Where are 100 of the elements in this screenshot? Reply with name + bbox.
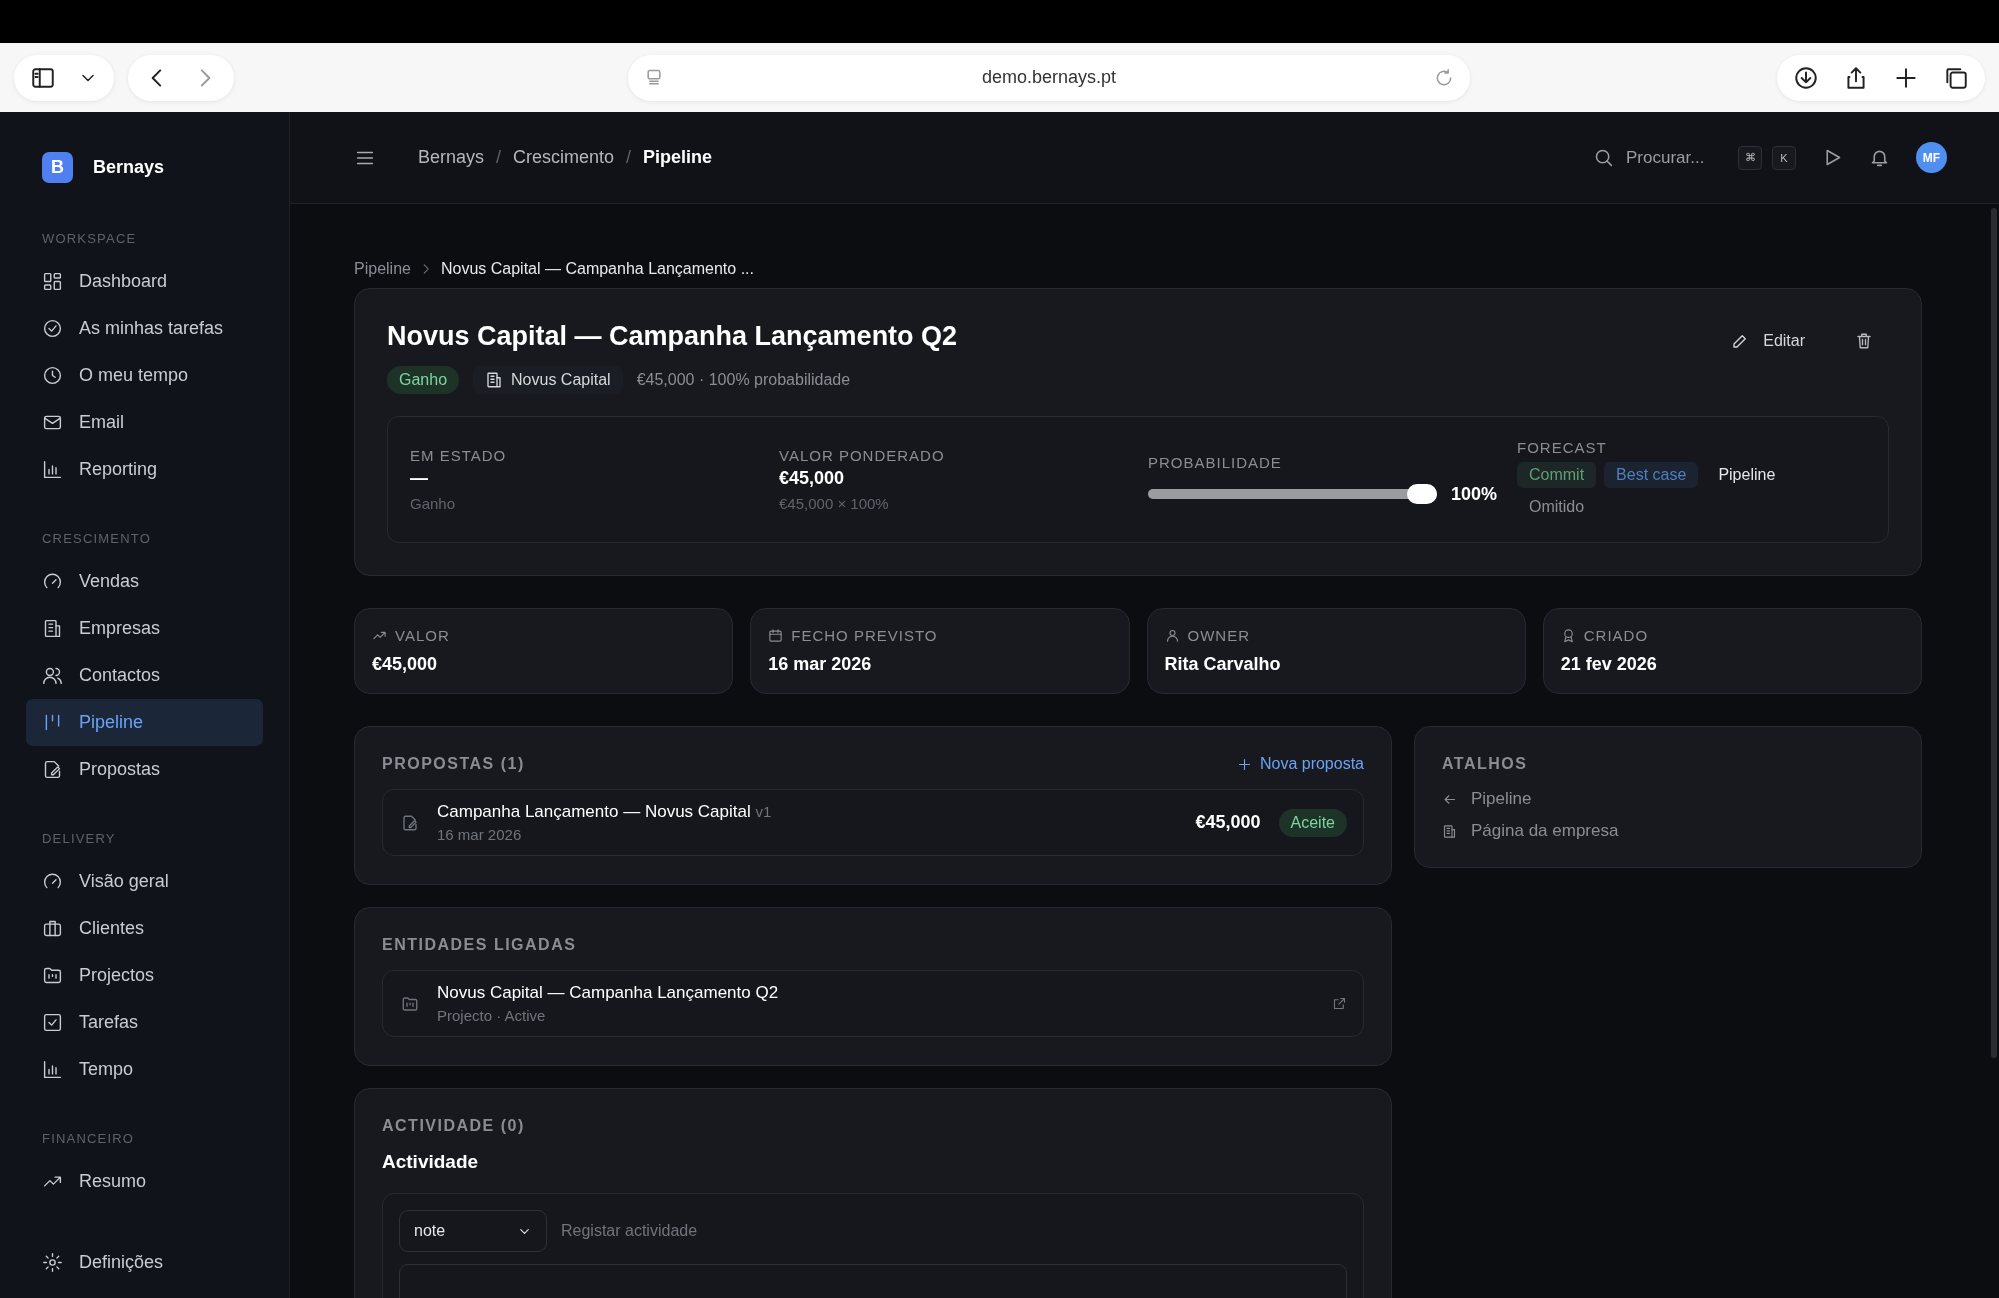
section-title: ACTIVIDADE (0)	[382, 1117, 525, 1135]
edit-button[interactable]: Editar	[1725, 328, 1811, 354]
activity-input[interactable]: Registar actividade	[559, 1221, 963, 1241]
briefcase-icon	[42, 918, 63, 939]
sidebar-item[interactable]: Visão geral	[26, 858, 263, 905]
section-title: ATALHOS	[1442, 755, 1528, 773]
sidebar-item[interactable]: Clientes	[26, 905, 263, 952]
linked-entity-row[interactable]: Novus Capital — Campanha Lançamento Q2 Projecto · Active	[382, 970, 1364, 1037]
metric-label: PROBABILIDADE	[1148, 454, 1283, 471]
entity-title: Novus Capital — Campanha Lançamento Q2	[437, 983, 780, 1003]
folder-icon	[42, 965, 63, 986]
stat-label: FECHO PREVISTO	[791, 627, 938, 644]
section-label: WORKSPACE	[41, 231, 138, 246]
proposal-title: Campanha Lançamento — Novus Capital v1	[437, 802, 773, 822]
forecast-option[interactable]: Best case	[1604, 462, 1699, 488]
metric-note: Ganho	[410, 495, 457, 512]
address-bar[interactable]: demo.bernays.pt	[628, 54, 1470, 101]
search-field[interactable]: Procurar...	[1624, 146, 1728, 169]
sidebar-item[interactable]: As minhas tarefas	[26, 305, 263, 352]
status-badge: Aceite	[1278, 808, 1347, 837]
trash-icon[interactable]	[1855, 332, 1873, 350]
plus-icon	[1236, 756, 1252, 772]
download-icon[interactable]	[1793, 64, 1819, 91]
sidebar-item[interactable]: Pipeline	[26, 699, 263, 746]
stat-label: OWNER	[1187, 627, 1250, 644]
building-icon	[485, 371, 504, 389]
breadcrumb-link[interactable]: Pipeline	[354, 260, 411, 278]
slider-thumb[interactable]	[1406, 484, 1437, 504]
proposal-amount: €45,000	[1195, 812, 1261, 833]
metric-note: €45,000 × 100%	[779, 495, 890, 512]
sidebar-item[interactable]: Empresas	[26, 605, 263, 652]
users-icon	[42, 665, 63, 686]
clock-icon	[42, 365, 63, 386]
stat-value: 21 fev 2026	[1560, 654, 1658, 675]
deal-title: Novus Capital — Campanha Lançamento Q2	[387, 321, 958, 352]
sidebar-item[interactable]: Resumo	[26, 1158, 263, 1205]
shortcut-link[interactable]: Pipeline	[1442, 789, 1894, 809]
brand-name: Bernays	[93, 157, 165, 178]
external-link-icon[interactable]	[1332, 996, 1347, 1011]
document-edit-icon	[42, 759, 63, 780]
checkbox-icon	[42, 1012, 63, 1033]
brand-logo: B	[42, 152, 73, 183]
sidebar-item[interactable]: Projectos	[26, 952, 263, 999]
sidebar-item[interactable]: O meu tempo	[26, 352, 263, 399]
check-circle-icon	[42, 318, 63, 339]
stat-value: 16 mar 2026	[768, 654, 873, 675]
company-link[interactable]: Novus Capital	[473, 366, 623, 394]
folder-icon	[401, 994, 419, 1013]
activity-heading: Actividade	[382, 1151, 480, 1173]
stat-value: Rita Carvalho	[1164, 654, 1282, 675]
sidebar-item[interactable]: Tarefas	[26, 999, 263, 1046]
building-icon	[1442, 823, 1457, 839]
section-title: PROPOSTAS (1)	[382, 755, 525, 773]
breadcrumb-link[interactable]: Pipeline	[643, 147, 713, 168]
sidebar-item[interactable]: Dashboard	[26, 258, 263, 305]
section-label: CRESCIMENTO	[41, 531, 153, 546]
grid-icon	[42, 271, 63, 292]
shortcut-key: K	[1772, 145, 1796, 170]
shortcut-link[interactable]: Página da empresa	[1442, 821, 1894, 841]
status-badge: Ganho	[387, 366, 460, 394]
sidebar-item[interactable]: Reporting	[26, 446, 263, 493]
forecast-option[interactable]: Commit	[1517, 462, 1597, 488]
deal-summary: €45,000 · 100% probabilidade	[636, 371, 851, 389]
sidebar-item[interactable]: Email	[26, 399, 263, 446]
breadcrumb-link[interactable]: Crescimento	[513, 147, 615, 168]
breadcrumb-current: Novus Capital — Campanha Lançamento ...	[440, 260, 754, 278]
bar-chart-icon	[42, 459, 63, 480]
breadcrumb-separator: /	[496, 147, 502, 168]
sidebar-item[interactable]: Propostas	[26, 746, 263, 793]
shortcut-key: ⌘	[1738, 145, 1762, 170]
document-edit-icon	[401, 813, 419, 832]
person-icon	[1164, 628, 1180, 643]
probability-reading: 100%	[1450, 483, 1497, 505]
new-proposal-link[interactable]: Nova proposta	[1236, 755, 1364, 773]
page-icon	[644, 67, 664, 88]
stat-value: €45,000	[372, 654, 439, 675]
forecast-option[interactable]: Omitido	[1517, 494, 1597, 520]
type-select[interactable]: note	[399, 1210, 547, 1252]
search-icon	[1593, 147, 1614, 168]
reload-icon[interactable]	[1434, 67, 1454, 88]
building-icon	[42, 618, 63, 639]
forecast-option[interactable]: Pipeline	[1706, 462, 1788, 488]
probability-slider[interactable]	[1148, 483, 1437, 505]
sidebar-item[interactable]: Vendas	[26, 558, 263, 605]
sidebar-item[interactable]: Tempo	[26, 1046, 263, 1093]
breadcrumb-link[interactable]: Bernays	[418, 147, 485, 168]
metric-label: FORECAST	[1517, 439, 1608, 456]
metric-label: VALOR PONDERADO	[779, 447, 946, 464]
sidebar-item[interactable]: Definições	[26, 1239, 263, 1286]
sidebar-item[interactable]: Contactos	[26, 652, 263, 699]
metric-value: —	[410, 468, 429, 489]
stat-label: VALOR	[395, 627, 450, 644]
entity-subtitle: Projecto · Active	[437, 1007, 547, 1024]
proposal-date: 16 mar 2026	[437, 826, 523, 843]
stat-label: CRIADO	[1583, 627, 1649, 644]
calendar-icon	[768, 628, 784, 643]
proposal-row[interactable]: Campanha Lançamento — Novus Capital v1 16 mar 2026 €45,000 Aceite	[382, 789, 1364, 856]
bar-chart-icon	[42, 1059, 63, 1080]
section-label: DELIVERY	[41, 831, 117, 846]
breadcrumb-separator: /	[626, 147, 632, 168]
